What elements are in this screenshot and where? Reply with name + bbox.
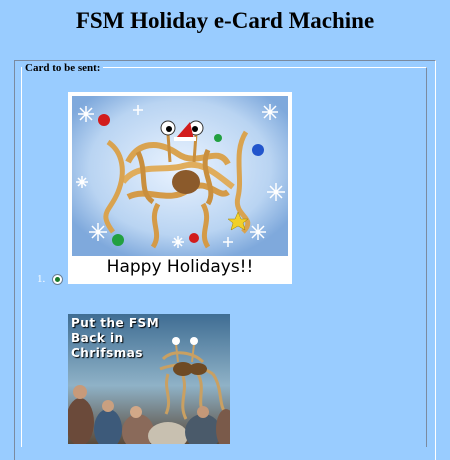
page-title: FSM Holiday e-Card Machine: [75, 8, 375, 33]
fsm-chrifsmas-card-image[interactable]: Put the FSM Back in Chrifsmas: [68, 314, 230, 444]
fsm-holiday-card-image[interactable]: Happy Holidays!!: [68, 92, 292, 284]
card-1-radio[interactable]: [52, 274, 63, 285]
card-caption: Happy Holidays!!: [106, 257, 254, 277]
card-2-caption: Put the FSM Back in Chrifsmas: [71, 316, 160, 360]
fieldset-legend: Card to be sent:: [22, 62, 104, 74]
option-number: 1.: [37, 273, 46, 285]
radio-selected-dot: [55, 277, 60, 282]
